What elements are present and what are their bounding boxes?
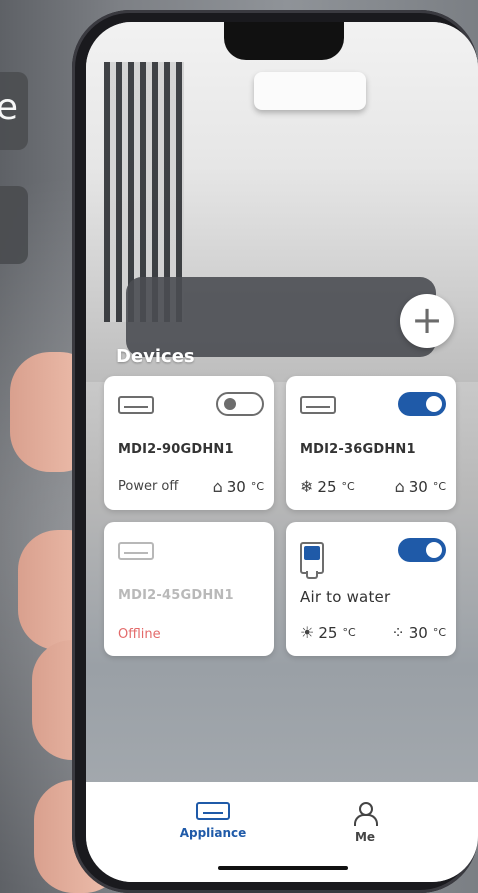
temp-unit: °C (432, 480, 446, 493)
background-card-1: e (0, 72, 28, 150)
device-status-row: Offline (118, 627, 264, 642)
camera-notch (224, 22, 344, 60)
device-power-toggle[interactable] (398, 538, 446, 562)
device-name: MDI2-36GDHN1 (300, 442, 416, 457)
indoor-temp-value: 30 (408, 477, 428, 496)
device-card-2[interactable]: MDI2-36GDHN1 ❄ 25 °C ⌂ 30 °C (286, 376, 456, 510)
temp-unit: °C (250, 480, 264, 493)
tab-appliance-label: Appliance (179, 826, 247, 840)
phone-screen: + Devices MDI2-90GDHN1 Power off ⌂ 30 °C … (86, 22, 478, 882)
tab-appliance[interactable]: Appliance (168, 802, 258, 840)
device-name: MDI2-45GDHN1 (118, 588, 234, 603)
sofa (126, 277, 436, 357)
indoor-temp-value: 30 (226, 477, 246, 496)
snowflake-icon: ❄ (300, 477, 314, 496)
set-temp-value: 25 (318, 623, 338, 642)
set-temperature: ❄ 25 °C (300, 477, 355, 496)
water-heater-icon (300, 542, 324, 579)
add-device-button[interactable]: + (400, 294, 454, 348)
set-temperature: ☀ 25 °C (300, 623, 356, 642)
device-power-toggle[interactable] (216, 392, 264, 416)
device-status-row: ❄ 25 °C ⌂ 30 °C (300, 477, 446, 496)
device-card-4[interactable]: Air to water ☀ 25 °C ⁘ 30 °C (286, 522, 456, 656)
device-power-toggle[interactable] (398, 392, 446, 416)
water-temperature: ⁘ 30 °C (391, 623, 446, 642)
indoor-temperature: ⌂ 30 °C (395, 477, 446, 496)
tab-me[interactable]: Me (320, 802, 410, 844)
sun-icon: ☀ (300, 623, 315, 642)
bottom-tab-bar: Appliance Me (86, 782, 478, 882)
device-status-row: ☀ 25 °C ⁘ 30 °C (300, 623, 446, 642)
device-status-row: Power off ⌂ 30 °C (118, 477, 264, 496)
device-name: Air to water (300, 588, 391, 606)
home-icon: ⌂ (394, 477, 405, 496)
water-drops-icon: ⁘ (391, 623, 405, 642)
indoor-temperature: ⌂ 30 °C (213, 477, 264, 496)
air-conditioner-icon (118, 396, 154, 414)
wall-air-conditioner (254, 72, 366, 110)
set-temp-value: 25 (317, 477, 337, 496)
temp-unit: °C (432, 626, 446, 639)
temp-unit: °C (342, 626, 356, 639)
device-name: MDI2-90GDHN1 (118, 442, 234, 457)
appliance-icon (196, 802, 230, 820)
background-card-1-text: e (0, 87, 18, 128)
device-status: Offline (118, 627, 161, 642)
air-conditioner-icon (118, 542, 154, 560)
plus-icon: + (411, 298, 443, 342)
air-conditioner-icon (300, 396, 336, 414)
home-icon: ⌂ (212, 477, 223, 496)
device-card-1[interactable]: MDI2-90GDHN1 Power off ⌂ 30 °C (104, 376, 274, 510)
person-icon (354, 802, 378, 826)
tab-me-label: Me (354, 830, 376, 844)
device-card-3[interactable]: MDI2-45GDHN1 Offline (104, 522, 274, 656)
temp-unit: °C (341, 480, 355, 493)
water-temp-value: 30 (408, 623, 428, 642)
devices-heading: Devices (116, 346, 195, 367)
device-status: Power off (118, 479, 179, 494)
background-card-2 (0, 186, 28, 264)
home-indicator (218, 866, 348, 870)
